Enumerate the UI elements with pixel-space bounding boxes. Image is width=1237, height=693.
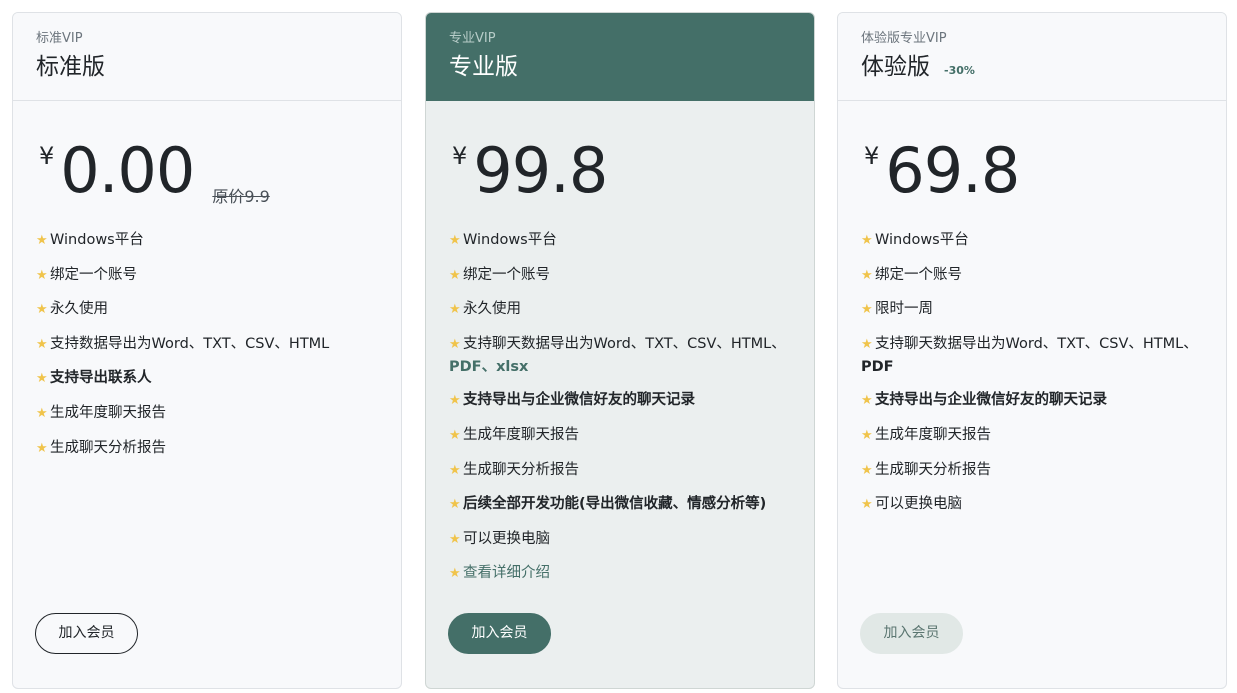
star-icon: ★ bbox=[36, 440, 48, 456]
star-icon: ★ bbox=[449, 393, 461, 409]
price-block: ¥ 0.00 原价9.9 bbox=[13, 101, 401, 229]
price-block: ¥ 99.8 bbox=[426, 101, 814, 229]
plan-card-pro: 专业VIP 专业版 ¥ 99.8 ★ Windows平台 ★ 绑定一个账号 ★ 永久使… bbox=[425, 12, 815, 689]
currency-symbol: ¥ bbox=[864, 142, 880, 170]
plan-title: 体验版 bbox=[861, 54, 930, 80]
feature-list: ★ Windows平台 ★ 绑定一个账号 ★ 永久使用 ★ 支持聊天数据导出为Word、… bbox=[426, 229, 814, 585]
currency-symbol: ¥ bbox=[39, 142, 55, 170]
star-icon: ★ bbox=[861, 233, 873, 248]
feature-item: ★ 可以更换电脑 bbox=[449, 528, 792, 551]
feature-list: ★ Windows平台 ★ 绑定一个账号 ★ 限时一周 ★ 支持聊天数据导出为Word、… bbox=[838, 229, 1226, 516]
feature-item: ★ 永久使用 bbox=[449, 298, 792, 321]
format-pdf: PDF bbox=[449, 358, 482, 375]
star-icon: ★ bbox=[36, 371, 48, 387]
star-icon: ★ bbox=[449, 302, 461, 318]
star-icon: ★ bbox=[861, 427, 873, 443]
join-member-button[interactable]: 加入会员 bbox=[35, 613, 138, 654]
star-icon: ★ bbox=[449, 497, 461, 513]
star-icon: ★ bbox=[36, 233, 48, 248]
plan-subtitle: 专业VIP bbox=[449, 31, 496, 46]
star-icon: ★ bbox=[861, 462, 873, 478]
feature-item: ★ 可以更换电脑 bbox=[861, 493, 1204, 516]
currency-symbol: ¥ bbox=[452, 142, 468, 170]
plan-header: 标准VIP 标准版 bbox=[13, 13, 401, 101]
star-icon: ★ bbox=[449, 531, 461, 547]
feature-item: ★ 生成年度聊天报告 bbox=[36, 402, 379, 425]
star-icon: ★ bbox=[449, 233, 461, 248]
feature-item: ★ 生成聊天分析报告 bbox=[861, 459, 1204, 482]
view-details-link[interactable]: ★ 查看详细介绍 bbox=[449, 562, 792, 585]
star-icon: ★ bbox=[36, 336, 48, 352]
format-xlsx: xlsx bbox=[496, 358, 529, 375]
star-icon: ★ bbox=[449, 267, 461, 283]
price-block: ¥ 69.8 bbox=[838, 101, 1226, 229]
star-icon: ★ bbox=[449, 427, 461, 443]
feature-item: ★ 绑定一个账号 bbox=[36, 264, 379, 287]
plan-header: 专业VIP 专业版 bbox=[426, 13, 814, 101]
star-icon: ★ bbox=[861, 393, 873, 409]
feature-item: ★ 支持聊天数据导出为Word、TXT、CSV、HTML、PDF、xlsx bbox=[449, 335, 786, 375]
star-icon: ★ bbox=[861, 336, 873, 352]
star-icon: ★ bbox=[36, 405, 48, 421]
feature-item: ★ 支持导出与企业微信好友的聊天记录 bbox=[449, 389, 792, 412]
feature-item: ★ 支持数据导出为Word、TXT、CSV、HTML bbox=[36, 333, 379, 356]
feature-list: ★ Windows平台 ★ 绑定一个账号 ★ 永久使用 ★ 支持数据导出为Word、TX… bbox=[13, 229, 401, 460]
star-icon: ★ bbox=[36, 302, 48, 318]
plan-card-trial: 体验版专业VIP 体验版 -30% ¥ 69.8 ★ Windows平台 ★ 绑定一… bbox=[837, 12, 1227, 689]
plan-card-standard: 标准VIP 标准版 ¥ 0.00 原价9.9 ★ Windows平台 ★ 绑定一个账… bbox=[12, 12, 402, 689]
plan-subtitle: 标准VIP bbox=[36, 31, 83, 46]
star-icon: ★ bbox=[449, 566, 461, 582]
feature-item: ★ 支持导出与企业微信好友的聊天记录 bbox=[861, 389, 1204, 412]
plan-subtitle: 体验版专业VIP bbox=[861, 31, 947, 46]
feature-item: ★ 生成聊天分析报告 bbox=[36, 437, 379, 460]
join-member-button[interactable]: 加入会员 bbox=[860, 613, 963, 654]
feature-item: ★ 后续全部开发功能(导出微信收藏、情感分析等) bbox=[449, 493, 792, 516]
star-icon: ★ bbox=[861, 497, 873, 513]
plan-price: 99.8 bbox=[473, 134, 608, 207]
feature-item: ★ 限时一周 bbox=[861, 298, 1204, 321]
feature-item: ★ 绑定一个账号 bbox=[861, 264, 1204, 287]
star-icon: ★ bbox=[861, 302, 873, 318]
format-pdf: PDF bbox=[861, 358, 894, 375]
plan-header: 体验版专业VIP 体验版 -30% bbox=[838, 13, 1226, 101]
feature-item: ★ 支持聊天数据导出为Word、TXT、CSV、HTML、PDF bbox=[861, 335, 1198, 375]
feature-item: ★ Windows平台 bbox=[861, 229, 1204, 252]
star-icon: ★ bbox=[36, 267, 48, 283]
star-icon: ★ bbox=[449, 336, 461, 352]
plan-title: 标准版 bbox=[36, 54, 105, 80]
plan-title: 专业版 bbox=[449, 54, 518, 80]
feature-item: ★ Windows平台 bbox=[36, 229, 379, 252]
plan-price: 69.8 bbox=[885, 134, 1020, 207]
feature-item: ★ 绑定一个账号 bbox=[449, 264, 792, 287]
feature-item: ★ 生成年度聊天报告 bbox=[449, 424, 792, 447]
feature-item: ★ 永久使用 bbox=[36, 298, 379, 321]
plan-price: 0.00 bbox=[60, 134, 195, 207]
feature-item: ★ Windows平台 bbox=[449, 229, 792, 252]
feature-item: ★ 生成年度聊天报告 bbox=[861, 424, 1204, 447]
feature-item: ★ 支持导出联系人 bbox=[36, 367, 379, 390]
star-icon: ★ bbox=[861, 267, 873, 283]
feature-item: ★ 生成聊天分析报告 bbox=[449, 459, 792, 482]
discount-badge: -30% bbox=[944, 64, 975, 77]
join-member-button[interactable]: 加入会员 bbox=[448, 613, 551, 654]
star-icon: ★ bbox=[449, 462, 461, 478]
original-price: 原价9.9 bbox=[212, 187, 270, 206]
